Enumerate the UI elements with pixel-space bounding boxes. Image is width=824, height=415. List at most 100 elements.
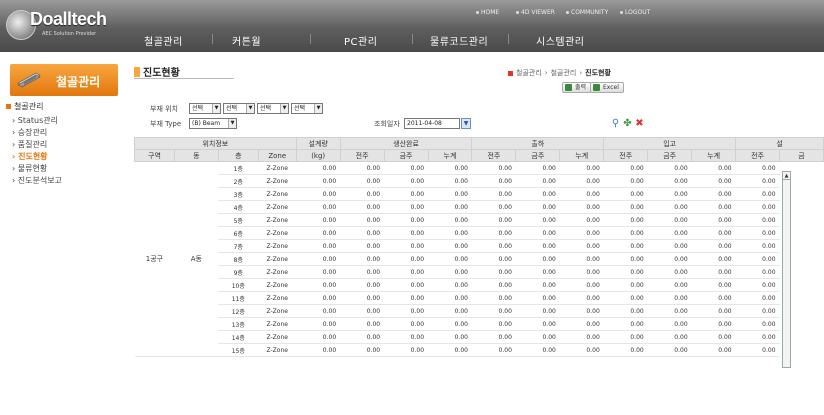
value-cell: 0.00 [296,304,341,318]
print-button[interactable]: 출력 [562,82,592,93]
logo[interactable]: Doalltech AEC Solution Provider [6,8,122,44]
breadcrumb-separator: › [579,69,583,77]
scroll-up-icon[interactable]: ▲ [783,172,790,180]
value-cell: 0.00 [384,330,429,344]
location-select-4[interactable]: 선택 ▼ [291,103,323,114]
col-group-production: 생산완료 [339,137,473,150]
table-row[interactable]: 2층 Z-Zone 0.00 0.00 0.00 0.00 0.00 0.00 0.00 0.00… [135,174,824,188]
util-link-community[interactable]: COMMUNITY [566,7,608,17]
column-header: 누계 [691,149,737,162]
value-cell: 0.00 [603,161,648,175]
table-row[interactable]: 12층 Z-Zone 0.00 0.00 0.00 0.00 0.00 0.00 0.00 0.0… [135,304,824,318]
util-link-logout[interactable]: LOGOUT [620,7,650,17]
value-cell: 0.00 [384,239,429,253]
value-cell: 0.00 [603,239,648,253]
value-cell: 0.00 [428,187,472,201]
util-link-home[interactable]: HOME [476,7,499,17]
value-cell: 0.00 [691,330,736,344]
date-input[interactable]: 2011-04-08 [404,118,460,129]
value-cell: 0.00 [647,226,692,240]
value-cell: 0.00 [471,187,516,201]
value-cell: 0.00 [428,304,472,318]
table-row[interactable]: 10층 Z-Zone 0.00 0.00 0.00 0.00 0.00 0.00 0.00 0.0… [135,278,824,292]
type-select[interactable]: (B) Beam ▼ [189,118,237,129]
value-cell: 0.00 [515,187,560,201]
zone-name-cell: Z-Zone [258,330,297,344]
search-icon[interactable]: ⚲ [610,118,621,129]
value-cell: 0.00 [515,317,560,331]
location-select-3[interactable]: 선택 ▼ [257,103,289,114]
sub-header-row: 구역 동 층 Zone (kg) 전주 금주 누계 전주 금주 누계 전주 금주 누계 전주 금 [134,149,824,162]
floor-cell: 5층 [218,213,259,227]
menu-system[interactable]: 시스템관리 [536,33,585,48]
refresh-icon[interactable]: ✤ [622,118,633,129]
table-row[interactable]: 8층 Z-Zone 0.00 0.00 0.00 0.00 0.00 0.00 0.00 0.00… [135,252,824,266]
menu-logistics-code[interactable]: 물류코드관리 [430,33,488,48]
vertical-scrollbar[interactable]: ▲ [782,171,791,368]
value-cell: 0.00 [559,330,604,344]
sidebar-item-quality[interactable]: › 품질관리 [12,139,47,150]
value-cell: 0.00 [515,291,560,305]
sidebar-item-progress-report[interactable]: › 진도분석보고 [12,175,62,186]
floor-cell: 10층 [218,278,259,292]
location-select-1[interactable]: 선택 ▼ [189,103,221,114]
value-cell: 0.00 [647,278,692,292]
value-cell: 0.00 [691,226,736,240]
location-select-2[interactable]: 선택 ▼ [223,103,255,114]
table-row[interactable]: 5층 Z-Zone 0.00 0.00 0.00 0.00 0.00 0.00 0.00 0.00… [135,213,824,227]
sidebar-section[interactable]: 철골관리 [6,101,43,112]
value-cell: 0.00 [559,226,604,240]
table-row[interactable]: 3층 Z-Zone 0.00 0.00 0.00 0.00 0.00 0.00 0.00 0.00… [135,187,824,201]
value-cell: 0.00 [515,330,560,344]
table-row[interactable]: 13층 Z-Zone 0.00 0.00 0.00 0.00 0.00 0.00 0.00 0.0… [135,317,824,331]
sidebar-item-logistics[interactable]: › 물류현황 [12,163,47,174]
value-cell: 0.00 [471,343,516,357]
dot-icon [566,10,569,14]
menu-curtainwall[interactable]: 커튼월 [232,33,261,48]
value-cell: 0.00 [296,343,341,357]
excel-button[interactable]: Excel [590,82,624,93]
breadcrumb-item[interactable]: 철골관리 [516,68,542,78]
menu-pc[interactable]: PC관리 [344,33,377,48]
value-cell: 0.00 [559,252,604,266]
breadcrumb-item[interactable]: 철골관리 [551,68,577,78]
table-row[interactable]: 9층 Z-Zone 0.00 0.00 0.00 0.00 0.00 0.00 0.00 0.00… [135,265,824,279]
value-cell: 0.00 [603,265,648,279]
value-cell: 0.00 [559,343,604,357]
value-cell: 0.00 [428,200,472,214]
table-row[interactable]: 15층 Z-Zone 0.00 0.00 0.00 0.00 0.00 0.00 0.00 0.0… [135,343,824,357]
value-cell: 0.00 [340,330,385,344]
chevron-down-icon: ▼ [228,119,236,128]
value-cell: 0.00 [471,252,516,266]
util-link-4d-viewer[interactable]: 4D VIEWER [516,7,555,17]
calendar-icon[interactable]: ▼ [461,118,471,129]
table-row[interactable]: 7층 Z-Zone 0.00 0.00 0.00 0.00 0.00 0.00 0.00 0.00… [135,239,824,253]
value-cell: 0.00 [691,291,736,305]
sidebar-item-lift[interactable]: › 승장관리 [12,127,47,138]
dot-icon [476,10,479,14]
table-row[interactable]: 11층 Z-Zone 0.00 0.00 0.00 0.00 0.00 0.00 0.00 0.0… [135,291,824,305]
table-row[interactable]: 4층 Z-Zone 0.00 0.00 0.00 0.00 0.00 0.00 0.00 0.00… [135,200,824,214]
zone-name-cell: Z-Zone [258,265,297,279]
sidebar-item-progress[interactable]: › 진도현황 [12,151,48,162]
steel-beam-icon [17,72,41,88]
value-cell: 0.00 [340,200,385,214]
sidebar-title-banner: 철골관리 [10,64,118,96]
breadcrumb-current: 진도현황 [585,69,611,77]
table-row[interactable]: 14층 Z-Zone 0.00 0.00 0.00 0.00 0.00 0.00 0.00 0.0… [135,330,824,344]
menu-steel[interactable]: 철골관리 [144,33,183,48]
floor-cell: 2층 [218,174,259,188]
column-header: 누계 [427,149,473,162]
value-cell: 0.00 [735,343,780,357]
progress-grid: 위치정보 설계량 생산완료 출하 입고 설 구역 동 층 Zone (kg) 전주 금주 누계… [134,137,824,357]
sidebar-item-status[interactable]: › Status관리 [12,115,58,126]
chevron-down-icon: ▼ [280,104,288,113]
delete-icon[interactable]: ✖ [634,118,645,129]
table-row[interactable]: 1공구 A동 1층 Z-Zone 0.00 0.00 0.00 0.00 0.00 0.00 0.0… [134,161,824,357]
value-cell: 0.00 [735,278,780,292]
table-row[interactable]: 6층 Z-Zone 0.00 0.00 0.00 0.00 0.00 0.00 0.00 0.00… [135,226,824,240]
floor-cell: 13층 [218,317,259,331]
value-cell: 0.00 [691,343,736,357]
value-cell: 0.00 [559,265,604,279]
value-cell: 0.00 [515,213,560,227]
